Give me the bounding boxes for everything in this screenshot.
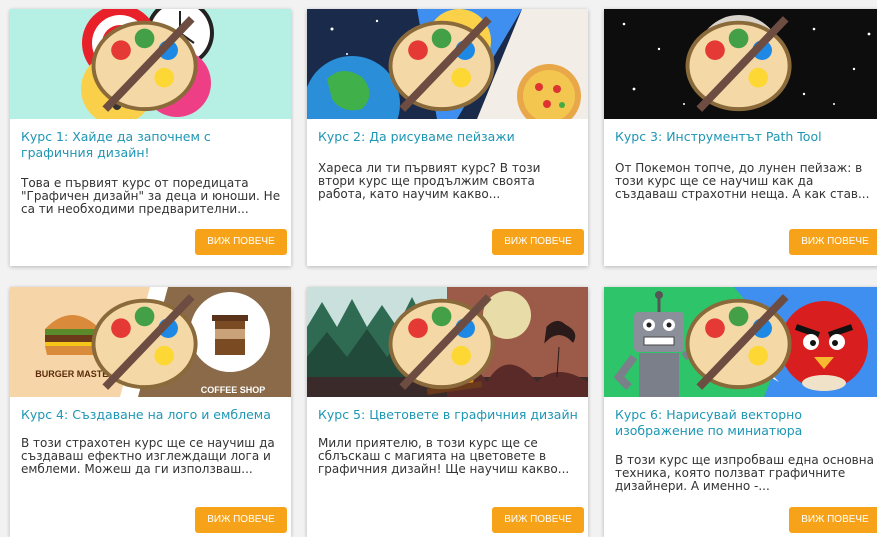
course-thumbnail-3[interactable] bbox=[604, 9, 877, 119]
view-more-button[interactable]: ВИЖ ПОВЕЧЕ bbox=[195, 229, 287, 255]
palette-icon bbox=[685, 294, 792, 390]
view-more-button[interactable]: ВИЖ ПОВЕЧЕ bbox=[492, 229, 584, 255]
view-more-button[interactable]: ВИЖ ПОВЕЧЕ bbox=[492, 507, 584, 533]
palette-icon bbox=[388, 16, 495, 112]
course-description: В този курс ще изпробваш една основна те… bbox=[615, 454, 874, 493]
course-title[interactable]: Курс 6: Нарисувай векторно изображение п… bbox=[615, 407, 875, 439]
course-card-3[interactable]: Курс 3: Инструментът Path Tool От Покемо… bbox=[604, 9, 877, 266]
course-title[interactable]: Курс 2: Да рисуваме пейзажи bbox=[318, 129, 578, 145]
course-card-4[interactable]: BURGER MASTER COFFEE SHOP Курс 4: Създав… bbox=[10, 287, 291, 537]
course-card-1[interactable]: Курс 1: Хайде да започнем с графичния ди… bbox=[10, 9, 291, 266]
course-card-2[interactable]: Курс 2: Да рисуваме пейзажи Хареса ли ти… bbox=[307, 9, 588, 266]
course-description: От Покемон топче, до лунен пейзаж: в тоз… bbox=[615, 162, 870, 201]
course-card-6[interactable]: Курс 6: Нарисувай векторно изображение п… bbox=[604, 287, 877, 537]
course-title[interactable]: Курс 3: Инструментът Path Tool bbox=[615, 129, 875, 145]
course-description: В този страхотен курс ще се научиш да съ… bbox=[21, 437, 275, 476]
palette-icon bbox=[91, 16, 198, 112]
course-thumbnail-1[interactable] bbox=[10, 9, 291, 119]
palette-icon bbox=[388, 294, 495, 390]
course-card-5[interactable]: Курс 5: Цветовете в графичния дизайн Мил… bbox=[307, 287, 588, 537]
course-description: Мили приятелю, в този курс ще се сблъска… bbox=[318, 437, 570, 476]
course-thumbnail-6[interactable] bbox=[604, 287, 877, 397]
view-more-button[interactable]: ВИЖ ПОВЕЧЕ bbox=[195, 507, 287, 533]
course-title[interactable]: Курс 1: Хайде да започнем с графичния ди… bbox=[21, 129, 281, 161]
course-description: Хареса ли ти първият курс? В този втори … bbox=[318, 162, 541, 201]
course-title[interactable]: Курс 5: Цветовете в графичния дизайн bbox=[318, 407, 578, 423]
course-thumbnail-5[interactable] bbox=[307, 287, 588, 397]
course-thumbnail-2[interactable] bbox=[307, 9, 588, 119]
course-title[interactable]: Курс 4: Създаване на лого и емблема bbox=[21, 407, 281, 423]
palette-icon bbox=[685, 16, 792, 112]
course-thumbnail-4[interactable]: BURGER MASTER COFFEE SHOP bbox=[10, 287, 291, 397]
view-more-button[interactable]: ВИЖ ПОВЕЧЕ bbox=[789, 507, 877, 533]
view-more-button[interactable]: ВИЖ ПОВЕЧЕ bbox=[789, 229, 877, 255]
palette-icon bbox=[91, 294, 198, 390]
course-description: Това е първият курс от поредицата "Графи… bbox=[21, 177, 281, 216]
